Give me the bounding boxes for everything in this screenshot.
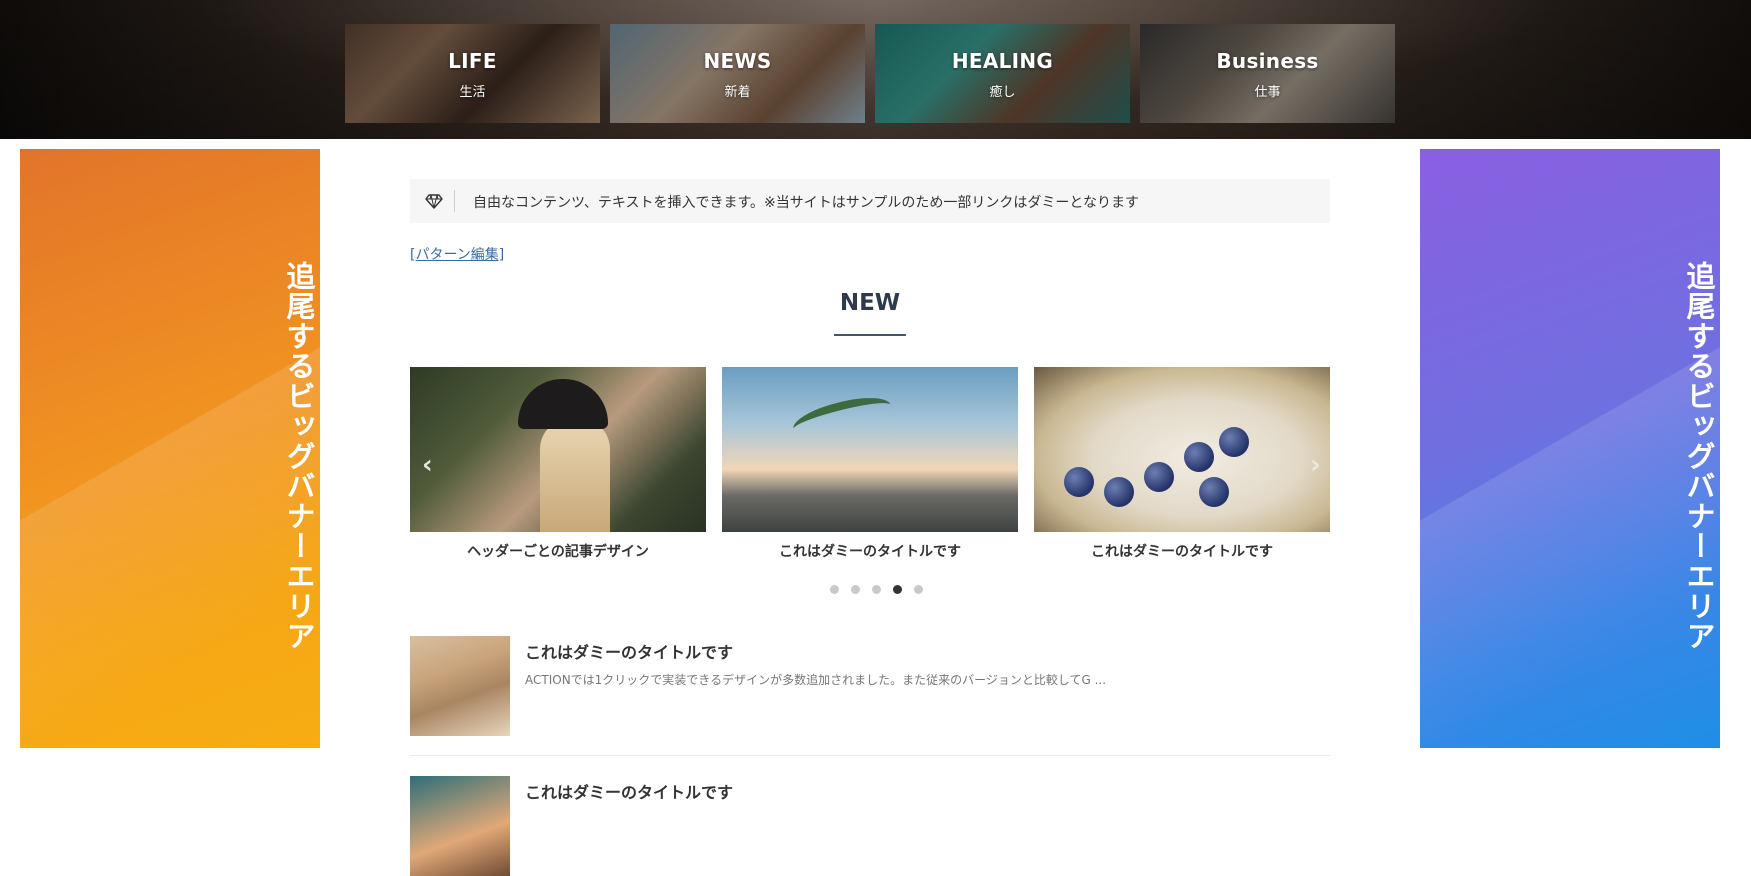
category-healing-label: HEALING — [951, 49, 1054, 73]
category-news-sublabel: 新着 — [724, 85, 751, 100]
slider-dot[interactable] — [914, 585, 923, 594]
slider-dot-active[interactable] — [893, 585, 902, 594]
post-list-item[interactable]: これはダミーのタイトルです — [410, 776, 1330, 876]
right-banner-text: 追尾するビッグバナーエリア — [1682, 261, 1716, 651]
left-banner-text: 追尾するビッグバナーエリア — [282, 261, 316, 651]
slider-prev-arrow-icon[interactable]: ‹ — [422, 450, 433, 480]
gem-icon — [425, 194, 443, 209]
post-title: これはダミーのタイトルです — [525, 643, 734, 662]
post-title: これはダミーのタイトルです — [525, 783, 734, 802]
slide-image — [722, 367, 1018, 532]
slide-caption: これはダミーのタイトルです — [779, 544, 961, 560]
notice-separator — [454, 190, 455, 212]
category-life-sublabel: 生活 — [459, 85, 486, 100]
category-business-sublabel: 仕事 — [1254, 85, 1281, 100]
post-thumbnail — [410, 636, 510, 736]
slider-card[interactable]: ヘッダーごとの記事デザイン — [410, 367, 706, 561]
category-life[interactable]: LIFE 生活 — [345, 24, 600, 123]
pattern-edit-link[interactable]: [パターン編集] — [410, 244, 504, 264]
category-business[interactable]: Business 仕事 — [1140, 24, 1395, 123]
slider-dot[interactable] — [830, 585, 839, 594]
slider-next-arrow-icon[interactable]: › — [1310, 450, 1321, 480]
slider-card[interactable]: これはダミーのタイトルです — [1034, 367, 1330, 561]
slide-image — [410, 367, 706, 532]
notice-text: 自由なコンテンツ、テキストを挿入できます。※当サイトはサンプルのため一部リンクは… — [473, 195, 1139, 211]
slider-pagination — [830, 585, 923, 594]
section-title: NEW — [839, 290, 901, 316]
category-business-label: Business — [1216, 49, 1319, 73]
slider-dot[interactable] — [872, 585, 881, 594]
right-big-banner[interactable]: 追尾するビッグバナーエリア — [1420, 149, 1720, 748]
slide-image — [1034, 367, 1330, 532]
category-healing-sublabel: 癒し — [989, 85, 1016, 100]
post-list-item[interactable]: これはダミーのタイトルです ACTIONでは1クリックで実装できるデザインが多数… — [410, 636, 1330, 756]
category-news[interactable]: NEWS 新着 — [610, 24, 865, 123]
category-healing[interactable]: HEALING 癒し — [875, 24, 1130, 123]
left-big-banner[interactable]: 追尾するビッグバナーエリア — [20, 149, 320, 748]
notice-bar: 自由なコンテンツ、テキストを挿入できます。※当サイトはサンプルのため一部リンクは… — [410, 179, 1330, 223]
hero-header: LIFE 生活 NEWS 新着 HEALING 癒し Business 仕事 — [0, 0, 1751, 139]
slider-dot[interactable] — [851, 585, 860, 594]
category-news-label: NEWS — [703, 49, 772, 73]
post-excerpt: ACTIONでは1クリックで実装できるデザインが多数追加されました。また従来のバ… — [525, 673, 1107, 687]
slide-caption: これはダミーのタイトルです — [1091, 544, 1273, 560]
slide-caption: ヘッダーごとの記事デザイン — [467, 544, 649, 560]
slider-card[interactable]: これはダミーのタイトルです — [722, 367, 1018, 561]
post-thumbnail — [410, 776, 510, 876]
category-life-label: LIFE — [448, 49, 497, 73]
section-title-underline — [834, 334, 906, 336]
